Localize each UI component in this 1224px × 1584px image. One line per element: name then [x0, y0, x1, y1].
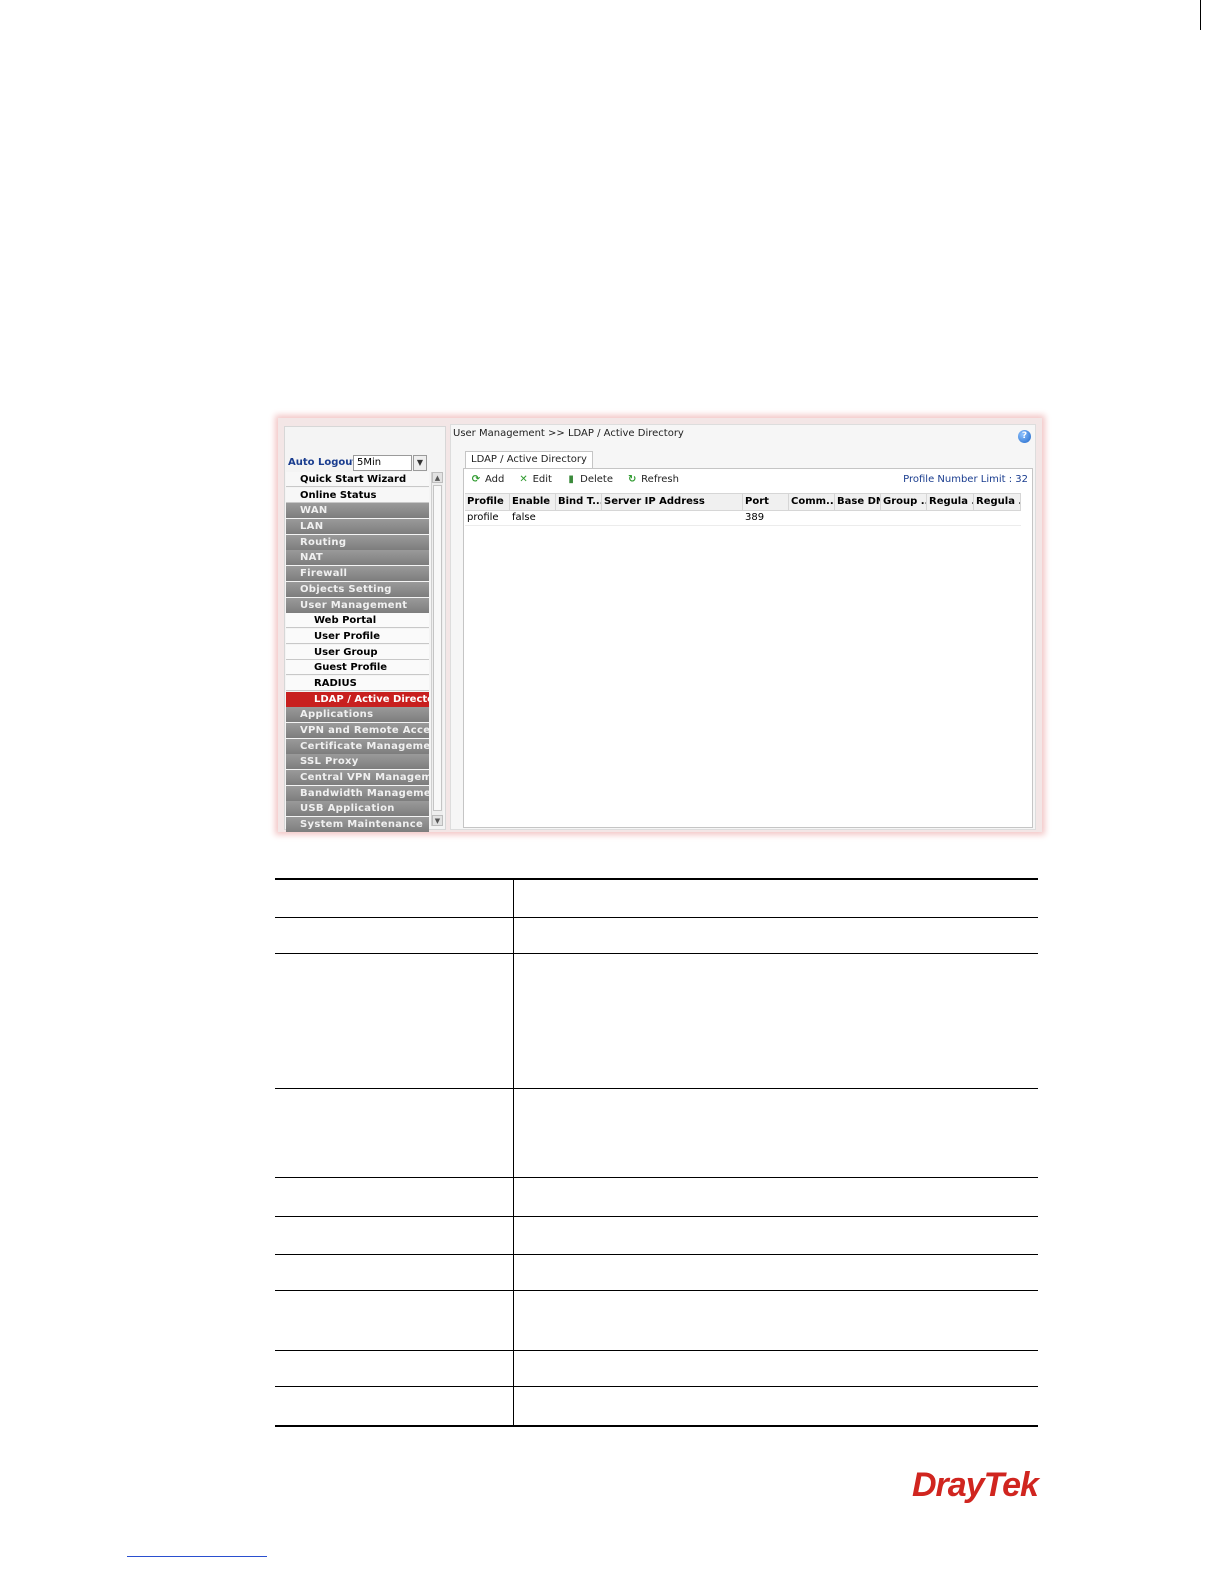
- breadcrumb: User Management >> LDAP / Active Directo…: [453, 428, 684, 439]
- edit-button[interactable]: ✕ Edit: [518, 472, 552, 488]
- table-cell: [556, 511, 602, 525]
- edit-label: Edit: [532, 474, 552, 485]
- column-header[interactable]: Profile: [465, 494, 510, 510]
- scroll-thumb[interactable]: [433, 485, 442, 811]
- table-divider: [513, 880, 514, 1425]
- trash-icon: ▮: [568, 474, 574, 485]
- content-pane: User Management >> LDAP / Active Directo…: [450, 424, 1036, 830]
- column-header[interactable]: Enable: [510, 494, 556, 510]
- menu-item-central-vpn-managem[interactable]: Central VPN Managem...: [286, 770, 429, 786]
- description-table: [275, 878, 1038, 1427]
- column-header[interactable]: Base DN: [835, 494, 881, 510]
- column-header[interactable]: Port: [743, 494, 789, 510]
- menu-item-user-profile[interactable]: User Profile: [286, 628, 429, 644]
- table-cell: [881, 511, 927, 525]
- edit-icon: ✕: [519, 474, 528, 485]
- table-cell: false: [512, 512, 536, 523]
- router-web-ui-screenshot: Auto Logout : 5Min ▼ Quick Start Wizard O…: [278, 418, 1042, 833]
- ldap-panel: ⟳ Add ✕ Edit ▮ Delete ↻ Refresh Profile Numb…: [463, 468, 1033, 828]
- menu-item-ldap-active-directory[interactable]: LDAP / Active Directory: [286, 691, 429, 707]
- profile-number-limit: Profile Number Limit : 32: [903, 474, 1028, 485]
- footer-link-underline[interactable]: [127, 1556, 267, 1557]
- table-cell: [835, 511, 881, 525]
- menu-item-web-portal[interactable]: Web Portal: [286, 613, 429, 629]
- table-rule: [275, 917, 1038, 918]
- table-rule: [275, 1216, 1038, 1217]
- menu-item-usb-application[interactable]: USB Application: [286, 801, 429, 817]
- table-rule: [275, 1254, 1038, 1255]
- table-rule: [275, 1350, 1038, 1351]
- menu-item-radius[interactable]: RADIUS: [286, 675, 429, 691]
- table-row[interactable]: profile false 389: [465, 511, 1021, 526]
- ldap-profile-table: Profile Enable Bind T... Server IP Addre…: [465, 493, 1021, 526]
- help-icon[interactable]: ?: [1018, 430, 1031, 443]
- auto-logout-select[interactable]: 5Min: [353, 455, 412, 471]
- scroll-down-icon[interactable]: ▼: [432, 815, 443, 826]
- refresh-icon: ↻: [627, 474, 637, 485]
- add-label: Add: [485, 474, 505, 485]
- refresh-button[interactable]: ↻ Refresh: [626, 472, 679, 488]
- menu-item-vpn-and-remote-access[interactable]: VPN and Remote Access: [286, 723, 429, 738]
- column-header[interactable]: Regula ...: [927, 494, 974, 510]
- toolbar: ⟳ Add ✕ Edit ▮ Delete ↻ Refresh: [470, 472, 689, 488]
- table-cell: [974, 511, 1021, 525]
- scroll-up-icon[interactable]: ▲: [432, 472, 443, 483]
- delete-label: Delete: [580, 474, 613, 485]
- column-header[interactable]: Comm...: [789, 494, 835, 510]
- delete-button[interactable]: ▮ Delete: [565, 472, 613, 488]
- add-icon: ⟳: [471, 474, 481, 485]
- page-top-rule: [0, 0, 1201, 30]
- table-cell: [927, 511, 974, 525]
- table-rule: [275, 953, 1038, 954]
- chevron-down-icon[interactable]: ▼: [413, 455, 427, 471]
- column-header[interactable]: Regula ...: [974, 494, 1021, 510]
- table-cell: [789, 511, 835, 525]
- table-rule: [275, 1177, 1038, 1178]
- table-cell: [602, 511, 743, 525]
- menu-item-wan[interactable]: WAN: [286, 503, 429, 519]
- menu-item-lan[interactable]: LAN: [286, 519, 429, 535]
- refresh-label: Refresh: [641, 474, 679, 485]
- menu-item-bandwidth-management[interactable]: Bandwidth Management: [286, 785, 429, 801]
- menu-item-quick-start-wizard[interactable]: Quick Start Wizard: [286, 472, 429, 487]
- menu-item-firewall[interactable]: Firewall: [286, 566, 429, 582]
- tab-ldap-active-directory[interactable]: LDAP / Active Directory: [465, 451, 593, 468]
- menu-item-ssl-proxy[interactable]: SSL Proxy: [286, 754, 429, 770]
- add-button[interactable]: ⟳ Add: [470, 472, 505, 488]
- column-header[interactable]: Bind T...: [556, 494, 602, 510]
- table-rule: [275, 1386, 1038, 1387]
- main-menu: Quick Start Wizard Online Status WAN LAN Rou…: [286, 472, 429, 833]
- table-header: Profile Enable Bind T... Server IP Addre…: [465, 493, 1021, 511]
- column-header[interactable]: Group ...: [881, 494, 927, 510]
- menu-item-certificate-management[interactable]: Certificate Management: [286, 738, 429, 754]
- menu-scrollbar[interactable]: ▲ ▼: [431, 472, 443, 826]
- menu-item-routing[interactable]: Routing: [286, 534, 429, 550]
- menu-item-nat[interactable]: NAT: [286, 550, 429, 566]
- menu-item-user-management[interactable]: User Management: [286, 597, 429, 613]
- menu-item-objects-setting[interactable]: Objects Setting: [286, 581, 429, 597]
- menu-item-user-group[interactable]: User Group: [286, 644, 429, 660]
- menu-item-system-maintenance[interactable]: System Maintenance: [286, 817, 429, 833]
- table-rule: [275, 1088, 1038, 1089]
- table-cell: profile: [467, 512, 499, 523]
- auto-logout-control: Auto Logout : 5Min ▼: [287, 453, 443, 473]
- table-cell: 389: [745, 512, 765, 523]
- draytek-logo: DrayTek: [912, 1466, 1039, 1504]
- left-navigation-pane: Auto Logout : 5Min ▼ Quick Start Wizard O…: [284, 426, 446, 833]
- menu-item-guest-profile[interactable]: Guest Profile: [286, 660, 429, 676]
- menu-item-online-status[interactable]: Online Status: [286, 487, 429, 503]
- column-header[interactable]: Server IP Address: [602, 494, 743, 510]
- table-rule: [275, 1290, 1038, 1291]
- menu-item-applications[interactable]: Applications: [286, 707, 429, 723]
